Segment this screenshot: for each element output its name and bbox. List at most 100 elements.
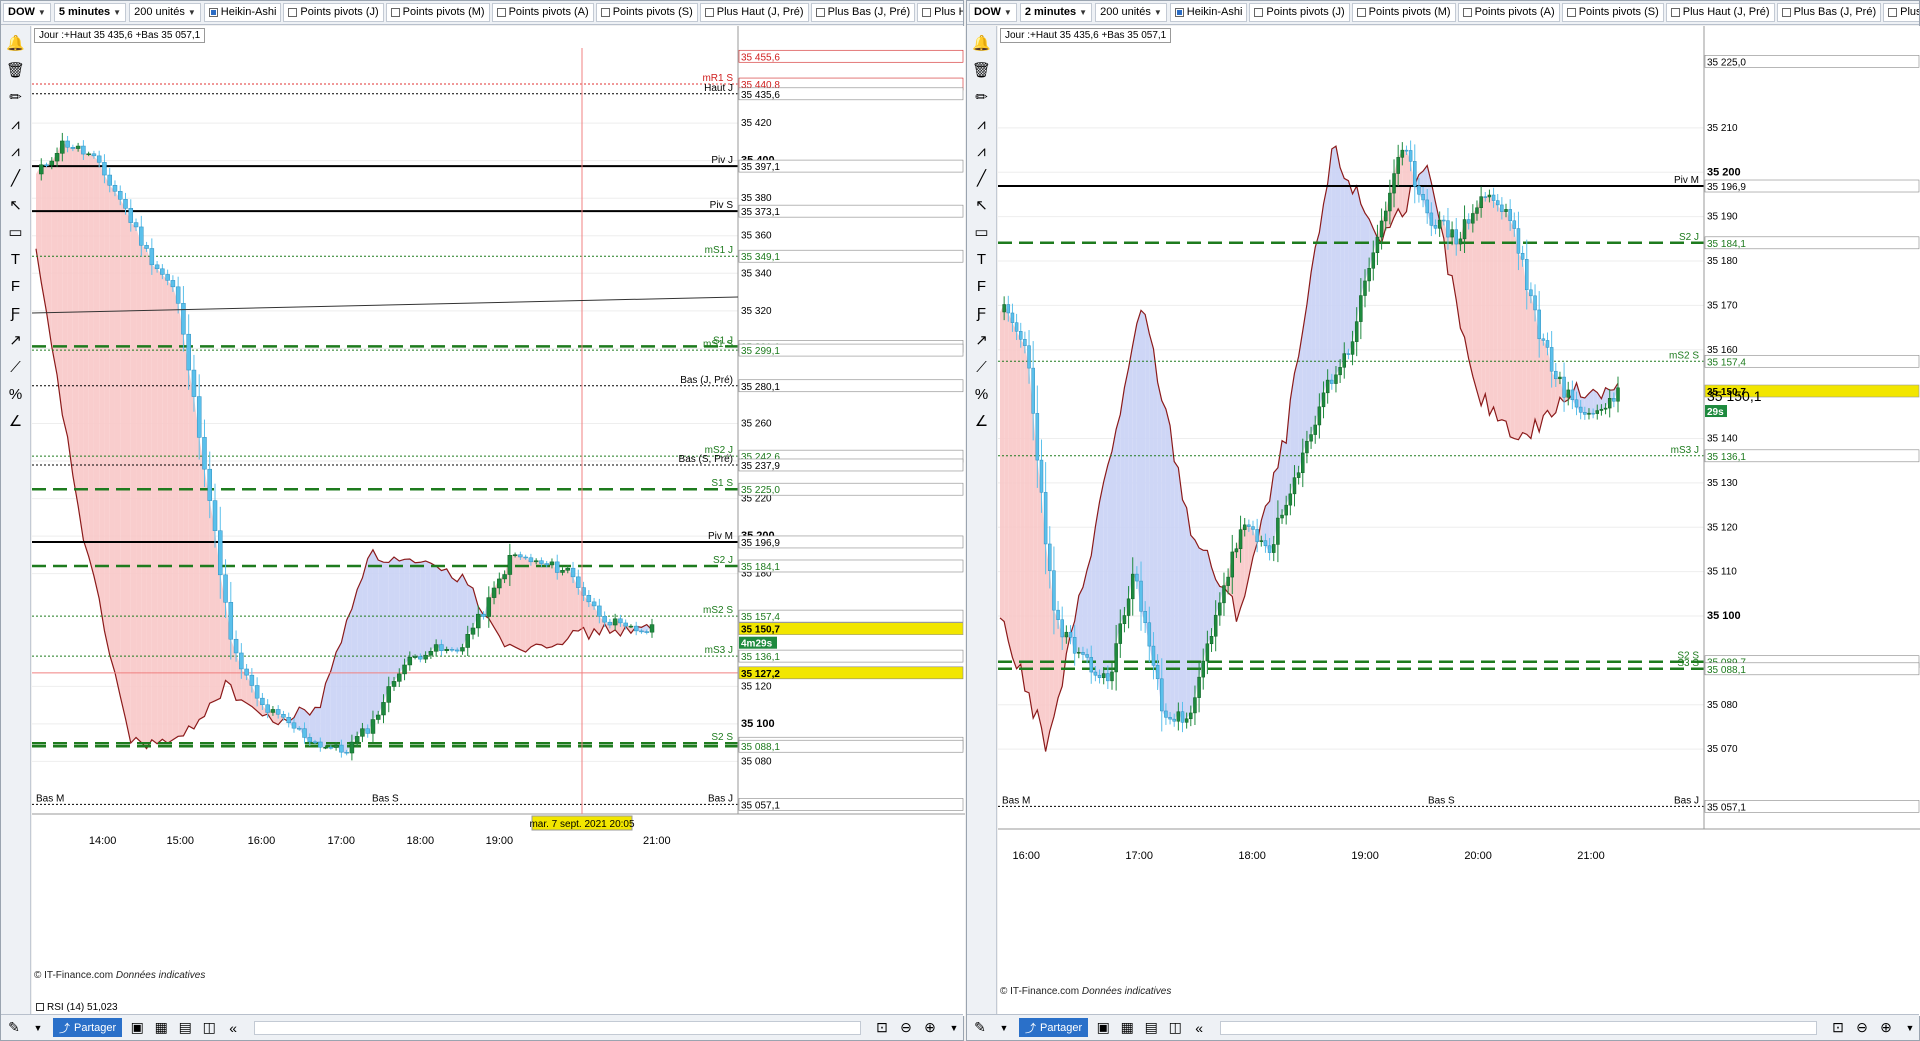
zigzag-icon[interactable]: ⩘ bbox=[5, 113, 27, 135]
fibonacci-icon[interactable]: F bbox=[5, 275, 27, 297]
window-icon[interactable]: ▣ bbox=[1094, 1019, 1112, 1036]
zoom-out-icon[interactable]: ⊖ bbox=[1853, 1019, 1871, 1036]
fibonacci-ext-icon[interactable]: Ƒ bbox=[5, 302, 27, 324]
interval-selector[interactable]: 5 minutes ▼ bbox=[53, 3, 127, 22]
layout-icon[interactable]: ▦ bbox=[1118, 1019, 1136, 1036]
text-icon[interactable]: T bbox=[5, 248, 27, 270]
layout-icon[interactable]: ▦ bbox=[152, 1019, 170, 1036]
symbol-selector[interactable]: DOW ▼ bbox=[3, 3, 51, 22]
scroll-left-icon[interactable]: « bbox=[1190, 1020, 1208, 1036]
indicator-toggle[interactable]: Plus Haut (J) bbox=[1883, 3, 1919, 22]
arrow-icon[interactable]: ↗ bbox=[971, 329, 993, 351]
text-icon[interactable]: T bbox=[971, 248, 993, 270]
indicator-toggle[interactable]: Heikin-Ashi bbox=[203, 3, 282, 22]
checkbox-icon[interactable] bbox=[1254, 8, 1264, 17]
indicator-toggle[interactable]: Points pivots (M) bbox=[1351, 3, 1456, 22]
line-icon[interactable]: ╱ bbox=[971, 167, 993, 189]
window-icon[interactable]: ▣ bbox=[128, 1019, 146, 1036]
zigzag-icon[interactable]: ⩘ bbox=[971, 140, 993, 162]
units-selector[interactable]: 200 unités ▼ bbox=[1095, 3, 1167, 22]
pencil-icon[interactable]: ✎ bbox=[5, 1019, 23, 1036]
grid-icon[interactable]: ▤ bbox=[1142, 1019, 1160, 1036]
checkbox-icon[interactable] bbox=[288, 8, 298, 17]
indicator-toggle[interactable]: Points pivots (J) bbox=[1249, 3, 1350, 22]
split-icon[interactable]: ◫ bbox=[1166, 1019, 1184, 1036]
price-axis[interactable] bbox=[738, 26, 965, 1016]
checkbox-icon[interactable] bbox=[36, 1003, 44, 1011]
indicator-toggle[interactable]: Points pivots (S) bbox=[595, 3, 698, 22]
checkbox-icon[interactable] bbox=[815, 8, 825, 17]
trash-icon[interactable]: 🗑 bbox=[971, 59, 993, 81]
indicator-toggle[interactable]: Heikin-Ashi bbox=[1169, 3, 1248, 22]
checkbox-icon[interactable] bbox=[922, 8, 932, 17]
checkbox-icon[interactable] bbox=[1566, 8, 1576, 17]
checkbox-icon[interactable] bbox=[1781, 8, 1791, 17]
rectangle-icon[interactable]: ▭ bbox=[971, 221, 993, 243]
angle-icon[interactable]: ∠ bbox=[5, 410, 27, 432]
cursor-icon[interactable]: ↖ bbox=[971, 194, 993, 216]
indicator-toggle[interactable]: Plus Bas (J, Pré) bbox=[1776, 3, 1882, 22]
chart-svg[interactable]: mR1 SHaut JPiv JPiv SmS1 JS1 JmS1 SBas (… bbox=[32, 26, 965, 1016]
checkbox-icon[interactable] bbox=[1356, 8, 1366, 17]
zoom-in-icon[interactable]: ⊕ bbox=[921, 1019, 939, 1036]
checkbox-icon[interactable] bbox=[496, 8, 506, 17]
checkbox-icon[interactable] bbox=[1888, 8, 1898, 17]
indicator-toggle[interactable]: Points pivots (A) bbox=[491, 3, 594, 22]
bell-icon[interactable]: 🔔 bbox=[971, 32, 993, 54]
time-scrollbar[interactable] bbox=[254, 1020, 861, 1035]
indicator-toggle[interactable]: Plus Haut (J, Pré) bbox=[1665, 3, 1775, 22]
scroll-left-icon[interactable]: « bbox=[224, 1020, 242, 1036]
indicator-toggle[interactable]: Plus Haut (J, Pré) bbox=[699, 3, 809, 22]
connect-icon[interactable]: ⟋ bbox=[5, 356, 27, 378]
zoom-fit-icon[interactable]: ⊡ bbox=[873, 1019, 891, 1036]
price-chart[interactable]: Piv M S2 JmS2 SmS3 J S2 S S3 S Bas J Bas M Bas… bbox=[998, 26, 1920, 1016]
percent-icon[interactable]: % bbox=[971, 383, 993, 405]
indicator-toggle[interactable]: Plus Bas (J, Pré) bbox=[810, 3, 916, 22]
zoom-in-icon[interactable]: ⊕ bbox=[1877, 1019, 1895, 1036]
pencil-icon[interactable]: ✏ bbox=[971, 86, 993, 108]
checkbox-icon[interactable] bbox=[1174, 8, 1184, 17]
indicator-toggle[interactable]: Plus Haut (J) bbox=[917, 3, 963, 22]
rectangle-icon[interactable]: ▭ bbox=[5, 221, 27, 243]
zoom-fit-icon[interactable]: ⊡ bbox=[1829, 1019, 1847, 1036]
bell-icon[interactable]: 🔔 bbox=[5, 32, 27, 54]
share-button[interactable]: ⤴ Partager bbox=[53, 1018, 123, 1037]
checkbox-icon[interactable] bbox=[704, 8, 714, 17]
chevron-down-icon[interactable]: ▼ bbox=[995, 1023, 1013, 1033]
zigzag-icon[interactable]: ⩘ bbox=[5, 140, 27, 162]
indicator-toggle[interactable]: Points pivots (J) bbox=[283, 3, 384, 22]
time-scrollbar[interactable] bbox=[1220, 1020, 1817, 1035]
chart-svg[interactable]: Piv MS2 JmS2 SmS3 JS2 SS3 SBas JBas M Bas… bbox=[998, 26, 1920, 1016]
interval-selector[interactable]: 2 minutes ▼ bbox=[1019, 3, 1093, 22]
checkbox-icon[interactable] bbox=[390, 8, 400, 17]
units-selector[interactable]: 200 unités ▼ bbox=[129, 3, 201, 22]
pencil-icon[interactable]: ✎ bbox=[971, 1019, 989, 1036]
cursor-icon[interactable]: ↖ bbox=[5, 194, 27, 216]
arrow-icon[interactable]: ↗ bbox=[5, 329, 27, 351]
chevron-down-icon[interactable]: ▼ bbox=[945, 1023, 963, 1033]
price-chart[interactable]: mR1 S Haut J Piv J Piv SmS1 J S1 JmS1 S Bas (… bbox=[32, 26, 965, 1016]
trash-icon[interactable]: 🗑 bbox=[5, 59, 27, 81]
zoom-out-icon[interactable]: ⊖ bbox=[897, 1019, 915, 1036]
symbol-selector[interactable]: DOW ▼ bbox=[969, 3, 1017, 22]
indicator-toggle[interactable]: Points pivots (A) bbox=[1457, 3, 1560, 22]
checkbox-icon[interactable] bbox=[208, 8, 218, 17]
fibonacci-ext-icon[interactable]: Ƒ bbox=[971, 302, 993, 324]
checkbox-icon[interactable] bbox=[600, 8, 610, 17]
split-icon[interactable]: ◫ bbox=[200, 1019, 218, 1036]
checkbox-icon[interactable] bbox=[1670, 8, 1680, 17]
percent-icon[interactable]: % bbox=[5, 383, 27, 405]
share-button[interactable]: ⤴ Partager bbox=[1019, 1018, 1089, 1037]
connect-icon[interactable]: ⟋ bbox=[971, 356, 993, 378]
chevron-down-icon[interactable]: ▼ bbox=[1901, 1023, 1919, 1033]
checkbox-icon[interactable] bbox=[1462, 8, 1472, 17]
angle-icon[interactable]: ∠ bbox=[971, 410, 993, 432]
grid-icon[interactable]: ▤ bbox=[176, 1019, 194, 1036]
pencil-icon[interactable]: ✏ bbox=[5, 86, 27, 108]
indicator-toggle[interactable]: Points pivots (M) bbox=[385, 3, 490, 22]
indicator-toggle[interactable]: Points pivots (S) bbox=[1561, 3, 1664, 22]
zigzag-icon[interactable]: ⩘ bbox=[971, 113, 993, 135]
fibonacci-icon[interactable]: F bbox=[971, 275, 993, 297]
line-icon[interactable]: ╱ bbox=[5, 167, 27, 189]
chevron-down-icon[interactable]: ▼ bbox=[29, 1023, 47, 1033]
